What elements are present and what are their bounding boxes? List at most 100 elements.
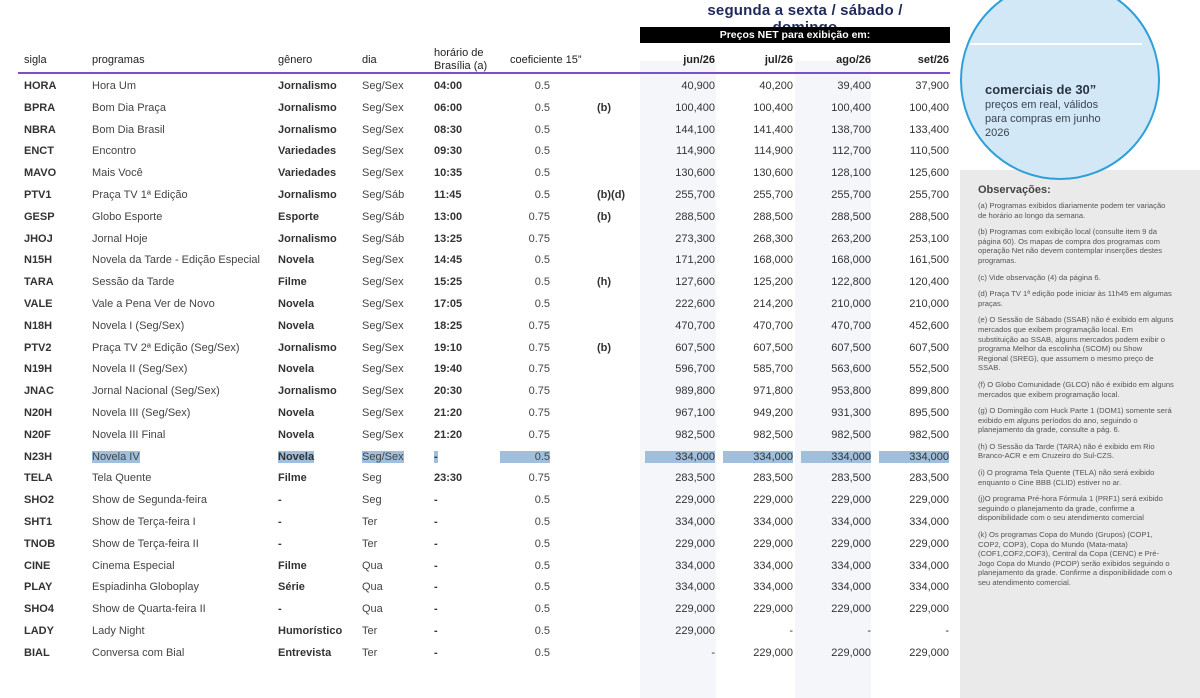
cell-horario: -	[434, 537, 438, 550]
cell-price-jun: 334,000	[675, 515, 715, 528]
cell-dia: Seg/Sex	[362, 319, 404, 332]
cell-price-jun: 283,500	[675, 472, 715, 485]
table-row[interactable]: SHO2 Show de Segunda-feira - Seg - 0.5 229,000…	[0, 490, 960, 512]
cell-price-ago: 229,000	[831, 603, 871, 616]
cell-genero: Jornalismo	[278, 123, 337, 136]
table-row[interactable]: LADY Lady Night Humorístico Ter - 0.5 229,000 -…	[0, 621, 960, 643]
table-row[interactable]: N15H Novela da Tarde - Edição Especial Nov…	[0, 250, 960, 272]
cell-genero: -	[278, 494, 282, 507]
cell-price-jun: 288,500	[675, 210, 715, 223]
cell-programa: Show de Terça-feira I	[92, 515, 196, 528]
table-row[interactable]: PTV1 Praça TV 1ª Edição Jornalismo Seg/Sáb 1…	[0, 185, 960, 207]
cell-horario: 13:25	[434, 232, 463, 245]
cell-dia: Ter	[362, 624, 378, 637]
cell-price-jun: 114,900	[676, 145, 715, 158]
table-row[interactable]: NBRA Bom Dia Brasil Jornalismo Seg/Sex 08:30…	[0, 120, 960, 142]
cell-dia: Ter	[362, 646, 378, 659]
cell-genero: Variedades	[278, 167, 337, 180]
price-table: HORA Hora Um Jornalismo Seg/Sex 04:00 0.5 40,9…	[0, 76, 960, 665]
cell-nota: (b)	[597, 341, 612, 354]
observation-item: (b) Programas com exibição local (consul…	[978, 227, 1163, 265]
cell-price-set: 334,000	[909, 559, 949, 572]
cell-price-jun: 607,500	[675, 341, 715, 354]
cell-coeficiente: 0.5	[534, 276, 550, 289]
cell-genero: Jornalismo	[278, 341, 337, 354]
cell-price-ago: 168,000	[831, 254, 871, 267]
table-row[interactable]: TNOB Show de Terça-feira II - Ter - 0.5 229,00…	[0, 534, 960, 556]
cell-sigla: BIAL	[24, 646, 50, 659]
cell-programa: Jornal Hoje	[92, 232, 148, 245]
cell-genero: Jornalismo	[278, 385, 337, 398]
cell-price-jun: 229,000	[675, 494, 715, 507]
cell-sigla: LADY	[24, 624, 54, 637]
cell-price-jul: 214,200	[753, 297, 793, 310]
cell-programa: Vale a Pena Ver de Novo	[92, 297, 215, 310]
cell-coeficiente: 0.75	[528, 363, 550, 376]
cell-sigla: VALE	[24, 297, 53, 310]
cell-price-set: 334,000	[879, 450, 949, 463]
cell-genero: Jornalismo	[278, 101, 337, 114]
cell-price-set: -	[945, 624, 949, 637]
cell-price-ago: 229,000	[831, 646, 871, 659]
table-row[interactable]: N20F Novela III Final Novela Seg/Sex 21:20 0.…	[0, 425, 960, 447]
cell-programa: Show de Terça-feira II	[92, 537, 199, 550]
table-row[interactable]: TELA Tela Quente Filme Seg 23:30 0.75 283,500 2…	[0, 468, 960, 490]
table-row[interactable]: PLAY Espiadinha Globoplay Série Qua - 0.5 334,…	[0, 577, 960, 599]
cell-dia: Seg/Sáb	[362, 188, 405, 201]
cell-price-ago: 334,000	[831, 559, 871, 572]
cell-coeficiente: 0.5	[534, 515, 550, 528]
observation-item: (d) Praça TV 1ª edição pode iniciar às 1…	[978, 289, 1172, 308]
cell-coeficiente: 0.5	[534, 494, 550, 507]
cell-price-ago: 334,000	[831, 515, 871, 528]
table-row[interactable]: HORA Hora Um Jornalismo Seg/Sex 04:00 0.5 40,9…	[0, 76, 960, 98]
cell-price-ago: 334,000	[801, 450, 871, 463]
table-row[interactable]: TARA Sessão da Tarde Filme Seg/Sex 15:25 0.5 (…	[0, 272, 960, 294]
observation-item: (f) O Globo Comunidade (GLCO) não é exib…	[978, 379, 1174, 399]
table-row[interactable]: PTV2 Praça TV 2ª Edição (Seg/Sex) Jornalis…	[0, 338, 960, 360]
table-row[interactable]: VALE Vale a Pena Ver de Novo Novela Seg/Sex…	[0, 294, 960, 316]
table-row[interactable]: N18H Novela I (Seg/Sex) Novela Seg/Sex 18:25…	[0, 316, 960, 338]
table-row[interactable]: BPRA Bom Dia Praça Jornalismo Seg/Sex 06:00 0…	[0, 98, 960, 120]
header-dia: dia	[362, 54, 377, 66]
table-row[interactable]: SHT1 Show de Terça-feira I - Ter - 0.5 334,000…	[0, 512, 960, 534]
table-row[interactable]: N23H Novela IV Novela Seg/Sex - 0.5 334,000 334…	[0, 447, 960, 469]
cell-dia: Seg/Sex	[362, 254, 404, 267]
cell-price-ago: 128,100	[831, 167, 871, 180]
cell-price-ago: 288,500	[831, 210, 871, 223]
cell-price-jun: 171,200	[675, 254, 715, 267]
cell-price-jun: 40,900	[681, 80, 715, 92]
cell-dia: Seg	[362, 472, 382, 485]
cell-dia: Seg/Sex	[362, 385, 404, 398]
cell-genero: Novela	[278, 297, 315, 310]
cell-nota: (h)	[597, 276, 612, 289]
table-row[interactable]: ENCT Encontro Variedades Seg/Sex 09:30 0.5 114…	[0, 141, 960, 163]
table-row[interactable]: MAVO Mais Você Variedades Seg/Sex 10:35 0.5 13…	[0, 163, 960, 185]
cell-price-jun: 130,600	[675, 167, 715, 180]
observation-item: (c) Vide observação (4) da página 6.	[978, 272, 1101, 282]
cell-dia: Seg/Sex	[362, 145, 404, 158]
cell-dia: Seg/Sex	[362, 450, 404, 463]
cell-programa: Bom Dia Praça	[92, 101, 166, 114]
cell-horario: -	[434, 515, 438, 528]
cell-price-set: 334,000	[909, 581, 949, 594]
table-row[interactable]: JHOJ Jornal Hoje Jornalismo Seg/Sáb 13:25 0.7…	[0, 229, 960, 251]
table-row[interactable]: BIAL Conversa com Bial Entrevista Ter - 0.5 - 2…	[0, 643, 960, 665]
table-row[interactable]: N20H Novela III (Seg/Sex) Novela Seg/Sex 21:…	[0, 403, 960, 425]
cell-price-jul: 971,800	[753, 385, 793, 398]
table-row[interactable]: CINE Cinema Especial Filme Qua - 0.5 334,000 33…	[0, 556, 960, 578]
cell-horario: 21:20	[434, 428, 463, 441]
table-row[interactable]: JNAC Jornal Nacional (Seg/Sex) Jornalismo S…	[0, 381, 960, 403]
cell-price-ago: 255,700	[831, 188, 871, 201]
cell-programa: Tela Quente	[92, 472, 152, 485]
cell-nota: (b)	[597, 101, 612, 114]
cell-coeficiente: 0.5	[534, 123, 550, 136]
cell-programa: Hora Um	[92, 80, 137, 92]
cell-price-jul: 141,400	[753, 123, 793, 136]
cell-sigla: PLAY	[24, 581, 53, 594]
table-row[interactable]: SHO4 Show de Quarta-feira II - Qua - 0.5 229,0…	[0, 599, 960, 621]
cell-genero: Novela	[278, 319, 315, 332]
cell-price-ago: -	[867, 624, 871, 637]
table-row[interactable]: N19H Novela II (Seg/Sex) Novela Seg/Sex 19:4…	[0, 359, 960, 381]
header-horario-line2: Brasília (a)	[434, 60, 488, 72]
table-row[interactable]: GESP Globo Esporte Esporte Seg/Sáb 13:00 0.75…	[0, 207, 960, 229]
